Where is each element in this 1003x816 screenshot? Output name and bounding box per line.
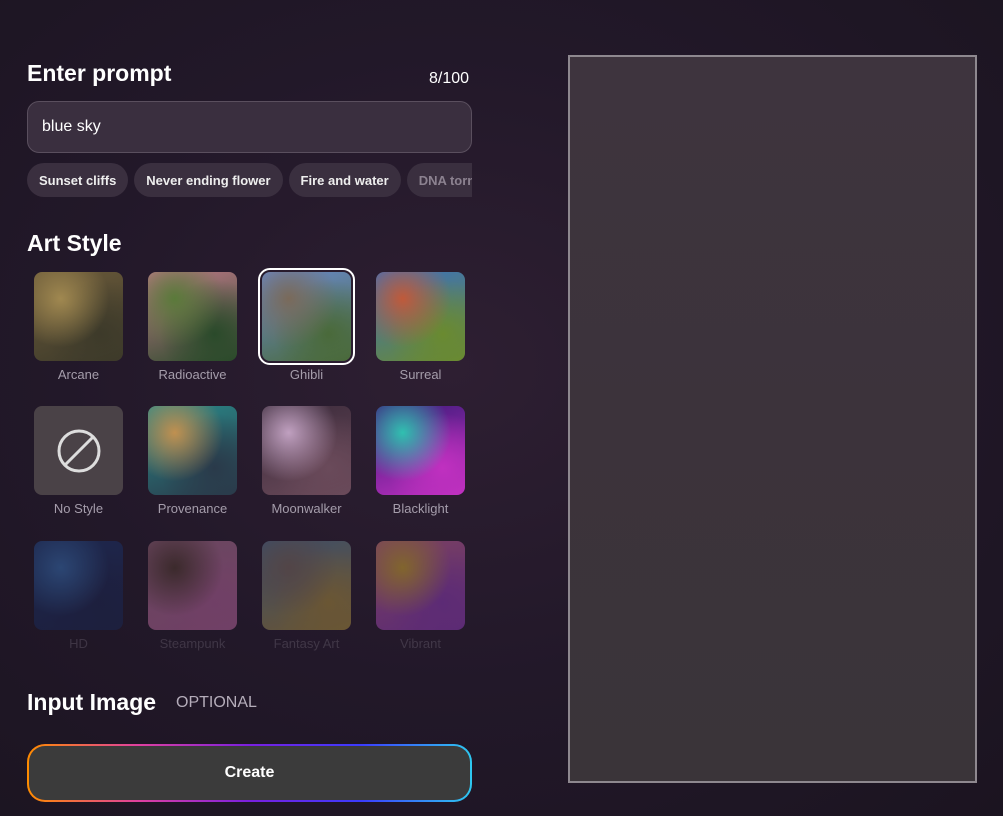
input-image-heading: Input Image — [27, 689, 157, 715]
art-style-surreal[interactable]: Surreal — [376, 272, 465, 382]
art-style-moonwalker[interactable]: Moonwalker — [262, 406, 351, 516]
prompt-input[interactable] — [27, 101, 472, 153]
style-label: Moonwalker — [271, 501, 342, 516]
style-label: HD — [69, 636, 88, 651]
style-thumbnail — [376, 541, 465, 630]
prohibited-icon — [57, 429, 100, 472]
style-label: Surreal — [399, 367, 442, 382]
suggestion-chips: Sunset cliffs Never ending flower Fire a… — [27, 163, 472, 197]
style-label: Radioactive — [158, 367, 227, 382]
art-style-no-style[interactable]: No Style — [34, 406, 123, 516]
style-label: Blacklight — [392, 501, 449, 516]
art-style-steampunk[interactable]: Steampunk — [148, 541, 237, 651]
style-label: Arcane — [57, 367, 100, 382]
style-thumbnail — [376, 406, 465, 495]
suggestion-chip[interactable]: DNA tornado — [406, 163, 472, 197]
style-thumbnail — [262, 541, 351, 630]
style-label: No Style — [53, 501, 104, 516]
style-label: Vibrant — [400, 636, 441, 651]
suggestion-chip[interactable]: Never ending flower — [134, 163, 283, 197]
style-thumbnail — [34, 272, 123, 361]
style-label: Ghibli — [289, 367, 324, 382]
style-thumbnail — [376, 272, 465, 361]
optional-label: OPTIONAL — [176, 694, 257, 711]
style-thumbnail — [34, 541, 123, 630]
art-style-vibrant[interactable]: Vibrant — [376, 541, 465, 651]
style-label: Fantasy Art — [273, 636, 340, 651]
art-style-arcane[interactable]: Arcane — [34, 272, 123, 382]
art-style-ghibli[interactable]: Ghibli — [258, 268, 355, 382]
art-style-provenance[interactable]: Provenance — [148, 406, 237, 516]
style-thumbnail — [148, 406, 237, 495]
character-counter: 8/100 — [429, 70, 470, 87]
create-button[interactable]: Create — [27, 744, 472, 802]
suggestion-chip[interactable]: Sunset cliffs — [27, 163, 129, 197]
suggestion-chip[interactable]: Fire and water — [288, 163, 401, 197]
art-style-blacklight[interactable]: Blacklight — [376, 406, 465, 516]
style-label: Steampunk — [159, 636, 226, 651]
style-thumbnail — [148, 541, 237, 630]
style-label: Provenance — [157, 501, 228, 516]
style-thumbnail — [258, 268, 355, 365]
image-preview-panel — [568, 55, 977, 783]
art-style-hd[interactable]: HD — [34, 541, 123, 651]
enter-prompt-heading: Enter prompt — [27, 60, 172, 86]
style-thumbnail — [148, 272, 237, 361]
style-thumbnail — [262, 406, 351, 495]
style-thumbnail — [34, 406, 123, 495]
art-style-radioactive[interactable]: Radioactive — [148, 272, 237, 382]
art-style-heading: Art Style — [27, 230, 122, 256]
art-style-fantasy-art[interactable]: Fantasy Art — [262, 541, 351, 651]
